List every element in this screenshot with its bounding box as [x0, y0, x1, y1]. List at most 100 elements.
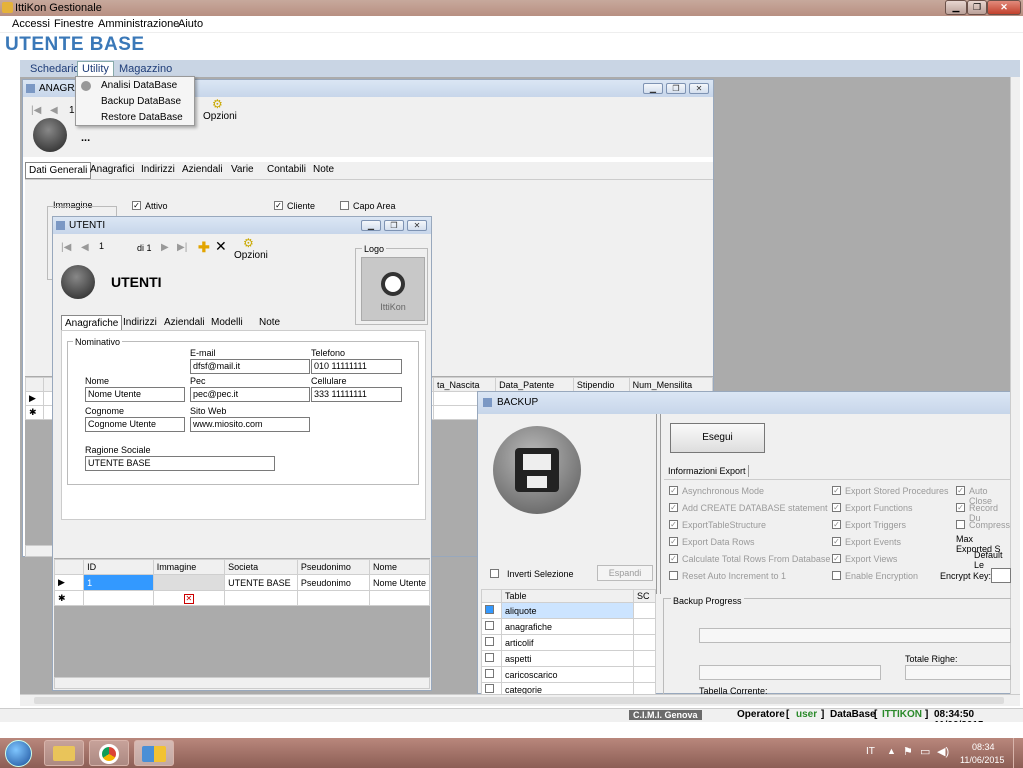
- option-stored-procedures-checkbox[interactable]: ✓: [832, 486, 841, 495]
- main-horizontal-scrollbar[interactable]: [20, 694, 1020, 706]
- pec-field[interactable]: pec@pec.it: [190, 387, 310, 402]
- taskbar-chrome-icon[interactable]: [89, 740, 129, 766]
- encrypt-key-field[interactable]: [991, 568, 1011, 583]
- start-button-icon[interactable]: [5, 740, 32, 767]
- cliente-checkbox[interactable]: ✓: [274, 201, 283, 210]
- anagrafica-minimize[interactable]: ▁: [643, 83, 663, 94]
- list-item[interactable]: anagrafiche: [481, 618, 656, 635]
- grid-col-patente[interactable]: Data_Patente: [495, 377, 574, 392]
- table-checkbox[interactable]: [485, 653, 494, 662]
- email-field[interactable]: dfsf@mail.it: [190, 359, 310, 374]
- grid-col-stipendio[interactable]: Stipendio: [572, 377, 630, 392]
- backup-splitter[interactable]: [656, 414, 661, 594]
- capo-area-checkbox[interactable]: [340, 201, 349, 210]
- first-record-icon[interactable]: |◀: [61, 242, 71, 253]
- menu-accessi[interactable]: Accessi: [12, 18, 50, 30]
- cell-societa[interactable]: UTENTE BASE: [224, 574, 298, 591]
- option-encryption-checkbox[interactable]: [832, 571, 841, 580]
- inverti-selezione-checkbox[interactable]: [490, 569, 499, 578]
- grid-col-nascita[interactable]: ta_Nascita: [432, 377, 497, 392]
- option-total-rows-checkbox[interactable]: ✓: [669, 554, 678, 563]
- tab-anagrafici[interactable]: Anagrafici: [87, 162, 137, 177]
- esegui-button[interactable]: Esegui: [670, 423, 765, 453]
- tray-chevron-up-icon[interactable]: ▲: [887, 746, 896, 756]
- col-pseudonimo[interactable]: Pseudonimo: [296, 559, 370, 575]
- maximize-button[interactable]: ❐: [967, 0, 987, 15]
- opzioni-gear-icon[interactable]: ⚙: [243, 236, 254, 250]
- last-record-icon[interactable]: ▶|: [177, 242, 187, 253]
- list-item[interactable]: articolif: [481, 634, 656, 651]
- tray-clock-date[interactable]: 11/06/2015: [960, 755, 1004, 765]
- delete-icon[interactable]: ✕: [215, 238, 227, 255]
- minimize-button[interactable]: ▁: [945, 0, 967, 15]
- col-table[interactable]: Table: [501, 589, 634, 603]
- list-item[interactable]: caricoscarico: [481, 666, 656, 683]
- attivo-checkbox[interactable]: ✓: [132, 201, 141, 210]
- col-id[interactable]: ID: [83, 559, 154, 575]
- option-create-db-checkbox[interactable]: ✓: [669, 503, 678, 512]
- col-nome[interactable]: Nome: [368, 559, 431, 575]
- table-row[interactable]: ▶ 1 UTENTE BASE Pseudonimo Nome Utente: [53, 574, 431, 591]
- tray-network-icon[interactable]: ▭: [920, 745, 930, 758]
- tab-contabili[interactable]: Contabili: [264, 162, 309, 177]
- close-button[interactable]: ✕: [987, 0, 1021, 15]
- col-societa[interactable]: Societa: [224, 559, 298, 575]
- tray-clock-time[interactable]: 08:34: [972, 742, 995, 752]
- menu-analisi-database[interactable]: Analisi DataBase: [101, 80, 177, 91]
- anagrafica-close[interactable]: ✕: [689, 83, 709, 94]
- opzioni-label[interactable]: Opzioni: [203, 111, 237, 122]
- opzioni-gear-icon[interactable]: ⚙: [212, 97, 223, 111]
- col-sc[interactable]: SC: [633, 589, 656, 603]
- cell-id[interactable]: 1: [83, 574, 154, 591]
- list-item[interactable]: aspetti: [481, 650, 656, 667]
- add-icon[interactable]: ✚: [198, 239, 210, 256]
- cognome-field[interactable]: Cognome Utente: [85, 417, 185, 432]
- menu-backup-database[interactable]: Backup DataBase: [101, 96, 181, 107]
- cell-immagine[interactable]: [152, 574, 226, 591]
- option-views-checkbox[interactable]: ✓: [832, 554, 841, 563]
- table-checkbox[interactable]: [485, 669, 494, 678]
- option-reset-auto-increment-checkbox[interactable]: [669, 571, 678, 580]
- taskbar-explorer-icon[interactable]: [44, 740, 84, 766]
- option-events-checkbox[interactable]: ✓: [832, 537, 841, 546]
- menu-finestre[interactable]: Finestre: [54, 18, 94, 30]
- tab-aziendali[interactable]: Aziendali: [161, 315, 208, 330]
- main-vertical-scrollbar[interactable]: [1010, 77, 1020, 694]
- tab-note[interactable]: Note: [310, 162, 337, 177]
- nav-schedario[interactable]: Schedario: [30, 63, 80, 75]
- utenti-restore[interactable]: ❐: [384, 220, 404, 231]
- option-functions-checkbox[interactable]: ✓: [832, 503, 841, 512]
- nav-magazzino[interactable]: Magazzino: [119, 63, 172, 75]
- opzioni-label[interactable]: Opzioni: [234, 250, 268, 261]
- table-checkbox[interactable]: [485, 684, 494, 693]
- show-desktop-button[interactable]: [1013, 738, 1023, 768]
- next-record-icon[interactable]: ▶: [161, 242, 169, 253]
- tab-indirizzi[interactable]: Indirizzi: [120, 315, 160, 330]
- tab-informazioni-export[interactable]: Informazioni Export: [666, 465, 749, 477]
- col-immagine[interactable]: Immagine: [152, 559, 226, 575]
- utenti-close[interactable]: ✕: [407, 220, 427, 231]
- menu-restore-database[interactable]: Restore DataBase: [101, 112, 183, 123]
- nome-field[interactable]: Nome Utente: [85, 387, 185, 402]
- cell-pseudonimo[interactable]: Pseudonimo: [296, 574, 370, 591]
- nav-utility[interactable]: Utility: [77, 61, 114, 77]
- tray-language[interactable]: IT: [866, 746, 875, 757]
- grid-col-mensilita[interactable]: Num_Mensilita: [628, 377, 714, 392]
- tray-volume-icon[interactable]: ◀): [937, 745, 949, 758]
- option-record-du-checkbox[interactable]: ✓: [956, 503, 965, 512]
- prev-record-icon[interactable]: ◀: [50, 105, 58, 116]
- tab-dati-generali[interactable]: Dati Generali: [25, 162, 92, 179]
- anagrafica-hscroll[interactable]: [25, 545, 55, 557]
- option-compress-checkbox[interactable]: [956, 520, 965, 529]
- prev-record-icon[interactable]: ◀: [81, 242, 89, 253]
- ragione-sociale-field[interactable]: UTENTE BASE: [85, 456, 275, 471]
- table-checkbox[interactable]: [485, 637, 494, 646]
- tab-modelli[interactable]: Modelli: [208, 315, 246, 330]
- sito-web-field[interactable]: www.miosito.com: [190, 417, 310, 432]
- record-number[interactable]: 1: [69, 105, 75, 116]
- table-checkbox[interactable]: [485, 621, 494, 630]
- menu-amministrazione[interactable]: Amministrazione: [98, 18, 179, 30]
- cellulare-field[interactable]: 333 11111111: [311, 387, 402, 402]
- record-input[interactable]: 1: [97, 240, 135, 255]
- anagrafica-restore[interactable]: ❐: [666, 83, 686, 94]
